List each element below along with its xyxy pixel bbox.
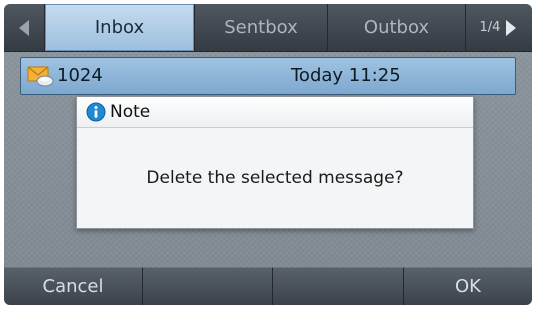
tab-label: Sentbox [224,17,298,38]
envelope-icon [27,64,55,92]
tab-label: Outbox [363,17,430,38]
softkey-3[interactable] [273,267,404,305]
softkey-2[interactable] [143,267,273,305]
ok-button[interactable]: OK [404,267,532,305]
tab-bar: Inbox Sentbox Outbox 1/4 [4,4,532,52]
dialog-message-text: Delete the selected message? [146,168,404,188]
cancel-button[interactable]: Cancel [4,267,143,305]
dialog-header: Note [77,97,473,128]
cancel-button-label: Cancel [42,276,104,297]
tab-sentbox[interactable]: Sentbox [195,4,328,51]
arrow-right-icon [506,19,517,36]
tab-label: Inbox [94,17,145,38]
dialog-message: Delete the selected message? [77,128,473,228]
message-number: 1024 [57,65,103,86]
tab-scroll-right[interactable]: 1/4 [466,4,532,51]
tab-inbox[interactable]: Inbox [45,4,195,51]
tab-scroll-left[interactable] [4,4,45,51]
tab-outbox[interactable]: Outbox [328,4,466,51]
softkey-bar: Cancel OK [4,267,532,305]
ok-button-label: OK [455,276,481,297]
arrow-left-icon [19,19,29,36]
phone-screen: Inbox Sentbox Outbox 1/4 1024 Today 11:2… [4,4,532,305]
note-dialog: Note Delete the selected message? [76,96,474,229]
message-list-item[interactable]: 1024 Today 11:25 [20,57,516,95]
message-time: Today 11:25 [291,65,401,86]
dialog-title: Note [110,102,151,122]
page-indicator: 1/4 [479,20,501,35]
info-icon [86,102,106,126]
